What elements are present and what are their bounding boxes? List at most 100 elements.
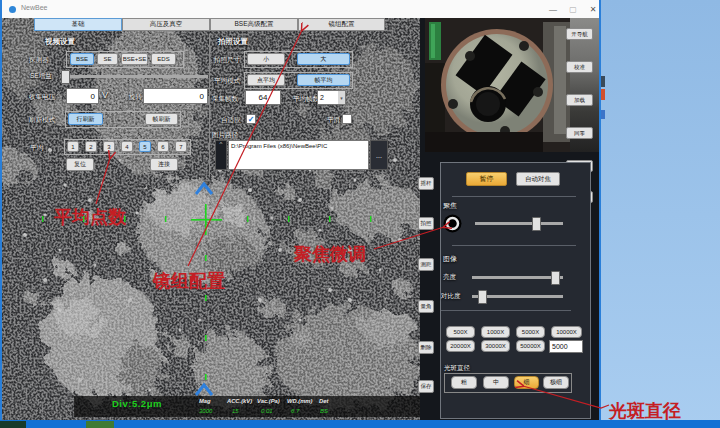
photo-settings-title: 拍照设置 <box>218 37 248 47</box>
reset-button[interactable]: 复位 <box>66 158 94 171</box>
mag-5000x-button[interactable]: 5000X <box>516 326 545 338</box>
focus-slider[interactable] <box>475 222 563 225</box>
brightness-slider[interactable] <box>472 276 563 279</box>
smooth-label: 平滑 <box>327 116 340 125</box>
status-col-vac-value: 0.01 <box>261 408 273 414</box>
average-5-button[interactable]: 5 <box>139 141 151 152</box>
brightness-label: 亮度 <box>443 273 456 282</box>
stage-nav-button[interactable]: 开导航 <box>566 28 593 40</box>
tab-bse-advanced[interactable]: BSE高级配置 <box>210 18 298 31</box>
autofocus-button[interactable]: 自动对焦 <box>516 172 560 186</box>
joystick-button[interactable]: 摇杆 <box>418 177 434 190</box>
voltage-unit-label: V <box>102 90 108 100</box>
status-col-mag-value: 3000 <box>199 408 212 414</box>
tab-hv-vacuum[interactable]: 高压及真空 <box>122 18 210 31</box>
spot-size-label: 光斑直径 <box>444 364 470 373</box>
stage-calibrate-button[interactable]: 校准 <box>566 61 593 73</box>
contrast-label: 对比度 <box>441 292 461 301</box>
detector-label: 探测器 <box>29 56 49 65</box>
separator <box>441 310 571 311</box>
refresh-line-button[interactable]: 行刷新 <box>68 113 103 125</box>
title-bar <box>2 0 599 18</box>
refresh-frame-button[interactable]: 帧刷新 <box>145 113 178 125</box>
close-button[interactable]: ✕ <box>583 1 603 17</box>
average-2-button[interactable]: 2 <box>85 141 97 152</box>
status-col-det-header: Det <box>319 398 328 404</box>
collect-voltage-label: 收集电压 <box>29 93 55 102</box>
desktop-icon[interactable] <box>601 110 605 119</box>
desktop-icon[interactable] <box>601 76 605 87</box>
tab-basic[interactable]: 基础 <box>34 18 122 31</box>
average-7-button[interactable]: 7 <box>175 141 187 152</box>
average-3-button[interactable]: 3 <box>103 141 115 152</box>
spot-extrafine-button[interactable]: 极细 <box>543 376 569 389</box>
dropdown-arrow-icon[interactable]: ▾ <box>338 91 345 104</box>
detector-se-button[interactable]: SE <box>97 53 118 65</box>
se-gain-label: SE增益 <box>30 72 52 81</box>
status-col-vac-header: Vac.(Pa) <box>257 398 280 404</box>
detector-bse-button[interactable]: BSE <box>70 53 94 65</box>
se-gain-slider-thumb[interactable] <box>61 70 70 84</box>
contrast-slider-thumb[interactable] <box>478 290 487 304</box>
chamber-camera-view <box>425 18 570 152</box>
desktop-icon[interactable] <box>601 89 605 100</box>
browse-button[interactable]: ... <box>370 140 388 170</box>
mag-1000x-button[interactable]: 1000X <box>481 326 510 338</box>
rotation-input[interactable]: 0 <box>143 88 208 104</box>
frames-label: 采集帧数 <box>212 95 238 104</box>
capture-button[interactable]: 拍照 <box>418 217 434 230</box>
annotation-spot-diameter: 光斑直径 <box>609 399 681 423</box>
frames-input[interactable]: 64 <box>245 90 281 105</box>
average-label: 平均 <box>30 144 43 153</box>
detector-eds-button[interactable]: EDS <box>151 53 176 65</box>
path-input[interactable]: D:\Program Files (x86)\NewBee\PIC <box>228 140 369 170</box>
smooth-checkbox[interactable] <box>342 114 352 124</box>
video-settings-title: 视频设置 <box>45 37 75 47</box>
mag-20000x-button[interactable]: 20000X <box>446 340 475 352</box>
mag-500x-button[interactable]: 500X <box>446 326 475 338</box>
status-col-acc-header: ACC.(kV) <box>227 398 252 404</box>
focus-knob[interactable] <box>443 214 462 233</box>
pause-button[interactable]: 暂停 <box>466 172 507 186</box>
average-6-button[interactable]: 6 <box>157 141 169 152</box>
brightness-slider-thumb[interactable] <box>551 271 560 285</box>
adaptive-checkbox[interactable]: ✓ <box>246 114 256 124</box>
path-scroll-icon[interactable]: ^ <box>215 140 227 170</box>
stage-load-button[interactable]: 加载 <box>566 94 593 106</box>
maximize-button[interactable]: ▢ <box>563 1 583 17</box>
mag-value-input[interactable]: 5000 <box>549 340 583 353</box>
avg-point-button[interactable]: 点平均 <box>247 74 285 86</box>
angle-button[interactable]: 量角 <box>418 300 434 313</box>
taskbar-icon[interactable] <box>86 421 114 428</box>
minimize-button[interactable]: — <box>543 1 563 17</box>
focus-label: 聚焦 <box>443 201 457 211</box>
spot-fine-button[interactable]: 细 <box>514 376 539 389</box>
mag-50000x-button[interactable]: 50000X <box>516 340 545 352</box>
collect-voltage-input[interactable]: 0 <box>66 88 99 104</box>
spot-coarse-button[interactable]: 粗 <box>451 376 477 389</box>
focus-slider-thumb[interactable] <box>532 217 541 231</box>
mag-10000x-button[interactable]: 10000X <box>551 326 582 338</box>
div-scale-label: Div:5.2μm <box>112 398 162 409</box>
detector-bse-se-button[interactable]: BSE+SE <box>121 53 148 65</box>
avg-frame-button[interactable]: 帧平均 <box>297 74 350 86</box>
connect-button[interactable]: 连接 <box>150 158 178 171</box>
save-button[interactable]: 保存 <box>418 380 434 393</box>
panel-divider <box>209 34 210 176</box>
average-4-button[interactable]: 4 <box>121 141 133 152</box>
spot-medium-button[interactable]: 中 <box>483 376 509 389</box>
adaptive-label: 自适应 <box>221 116 241 125</box>
size-large-button[interactable]: 大 <box>297 53 350 65</box>
annotation-lens-config: 镜组配置 <box>153 269 225 293</box>
size-small-button[interactable]: 小 <box>247 53 285 65</box>
stage-zero-button[interactable]: 回零 <box>566 127 593 139</box>
measure-button[interactable]: 测距 <box>418 258 434 271</box>
separator <box>452 245 576 246</box>
mag-30000x-button[interactable]: 30000X <box>481 340 510 352</box>
delete-button[interactable]: 删除 <box>418 341 434 354</box>
tab-lens-config[interactable]: 镜组配置 <box>298 18 385 31</box>
se-gain-slider[interactable] <box>62 75 208 78</box>
window-title: NewBee <box>21 4 47 11</box>
average-1-button[interactable]: 1 <box>67 141 79 152</box>
taskbar-icon[interactable] <box>0 421 26 428</box>
